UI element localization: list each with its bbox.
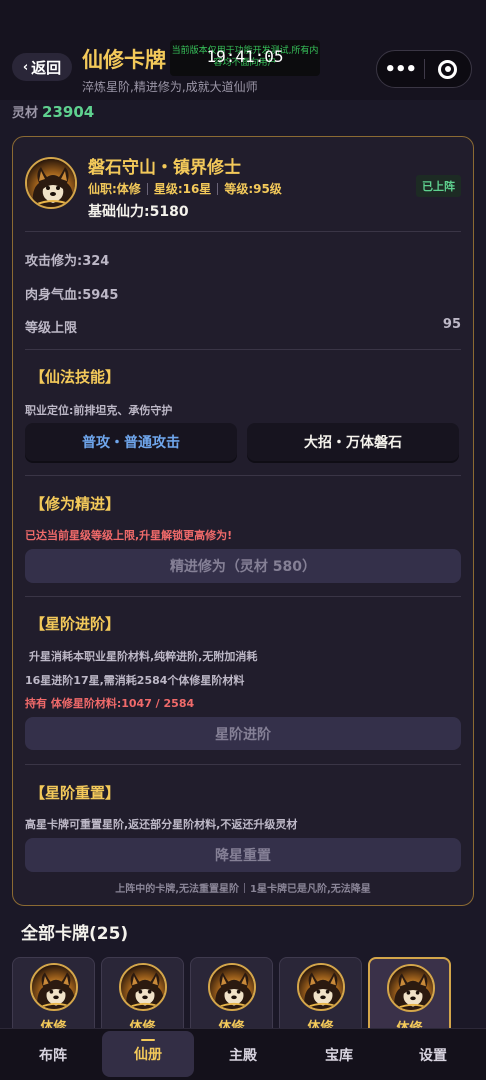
- meta-divider: [146, 182, 148, 195]
- tab-treasury[interactable]: 宝库: [290, 1029, 388, 1080]
- footnote-b: 1星卡牌已是凡阶,无法降星: [250, 884, 371, 895]
- resource-value: 23904: [42, 103, 95, 121]
- star-advance-title: 【星阶进阶】: [30, 615, 121, 633]
- bottom-tab-bar: 布阵 仙册 主殿 宝库 设置: [0, 1028, 486, 1080]
- card-name: 磐石守山・镇界修士: [88, 158, 241, 178]
- skills-role: 职业定位:前排坦克、承伤守护: [25, 404, 173, 417]
- more-dots-icon[interactable]: •••: [377, 59, 424, 80]
- cultivation-title: 【修为精进】: [30, 495, 121, 513]
- basic-attack-button[interactable]: 普攻・普通攻击: [25, 423, 237, 461]
- shiba-warrior-avatar: [387, 964, 435, 1012]
- back-label: 返回: [31, 58, 62, 77]
- all-cards-title: 全部卡牌(25): [21, 924, 129, 944]
- star-advance-requirement: 16星进阶17星,需消耗2584个体修星阶材料: [25, 674, 245, 687]
- resource-counter: 灵材 23904: [12, 102, 94, 121]
- page-title: 仙修卡牌: [82, 48, 166, 72]
- miniprogram-capsule: •••: [376, 50, 472, 88]
- footnote-a: 上阵中的卡牌,无法重置星阶: [115, 884, 240, 895]
- shiba-warrior-avatar: [297, 963, 345, 1011]
- card-level: 等级:95级: [224, 182, 282, 196]
- stat-hp: 肉身气血:5945: [25, 288, 119, 303]
- card-class: 仙职:体修: [88, 182, 141, 196]
- divider: [25, 596, 461, 597]
- card-item[interactable]: 体修: [12, 957, 95, 1037]
- status-badge: 已上阵: [416, 175, 461, 197]
- page-subtitle: 淬炼星阶,精进修为,成就大道仙师: [82, 80, 258, 94]
- card-list: 体修 体修 体修 体修 体修: [12, 957, 474, 1037]
- card-detail-panel: 磐石守山・镇界修士 仙职:体修 星级:16星 等级:95级 基础仙力:5180 …: [12, 136, 474, 906]
- shiba-warrior-avatar: [30, 963, 78, 1011]
- shiba-warrior-avatar: [119, 963, 167, 1011]
- chevron-left-icon: ‹: [22, 59, 29, 75]
- card-star: 星级:16星: [153, 182, 212, 196]
- cultivate-button[interactable]: 精进修为（灵材 580）: [25, 549, 461, 583]
- divider: [25, 349, 461, 350]
- star-reset-button[interactable]: 降星重置: [25, 838, 461, 872]
- star-advance-button[interactable]: 星阶进阶: [25, 717, 461, 750]
- base-power: 基础仙力:5180: [88, 204, 189, 220]
- star-advance-desc: 升星消耗本职业星阶材料,纯粹进阶,无附加消耗: [29, 650, 258, 663]
- card-item-selected[interactable]: 体修: [368, 957, 451, 1037]
- card-item[interactable]: 体修: [101, 957, 184, 1037]
- stat-level-cap-value: 95: [442, 317, 461, 332]
- footnote-divider: [244, 883, 246, 893]
- stat-level-cap-label: 等级上限: [25, 321, 78, 336]
- card-meta: 仙职:体修 星级:16星 等级:95级: [88, 180, 282, 197]
- stat-attack: 攻击修为:324: [25, 254, 110, 269]
- tab-main-hall[interactable]: 主殿: [194, 1029, 292, 1080]
- nav-bar: ‹ 返回 仙修卡牌 淬炼星阶,精进修为,成就大道仙师 当前版本仅用于功能开发测试…: [0, 0, 486, 100]
- star-reset-desc: 高星卡牌可重置星阶,返还部分星阶材料,不返还升级灵材: [25, 818, 298, 831]
- divider: [25, 231, 461, 232]
- resource-label: 灵材: [12, 106, 39, 121]
- shiba-warrior-avatar: [25, 157, 77, 209]
- card-item[interactable]: 体修: [190, 957, 273, 1037]
- tab-card-book[interactable]: 仙册: [102, 1031, 194, 1077]
- target-circle-icon[interactable]: [425, 59, 472, 79]
- clock-time: 19:41:05: [206, 47, 284, 66]
- cultivation-warning: 已达当前星级等级上限,升星解锁更高修为!: [25, 529, 233, 542]
- ultimate-skill-button[interactable]: 大招・万体磐石: [247, 423, 459, 461]
- back-button[interactable]: ‹ 返回: [12, 53, 72, 81]
- divider: [25, 475, 461, 476]
- tab-formation[interactable]: 布阵: [3, 1029, 103, 1080]
- shiba-warrior-avatar: [208, 963, 256, 1011]
- material-owned: 持有 体修星阶材料:1047 / 2584: [25, 697, 195, 710]
- tab-settings[interactable]: 设置: [384, 1029, 482, 1080]
- star-reset-title: 【星阶重置】: [30, 784, 121, 802]
- card-item[interactable]: 体修: [279, 957, 362, 1037]
- divider: [25, 764, 461, 765]
- skills-title: 【仙法技能】: [30, 368, 121, 386]
- meta-divider: [217, 182, 219, 195]
- star-reset-footnote: 上阵中的卡牌,无法重置星阶 1星卡牌已是凡阶,无法降星: [13, 880, 473, 895]
